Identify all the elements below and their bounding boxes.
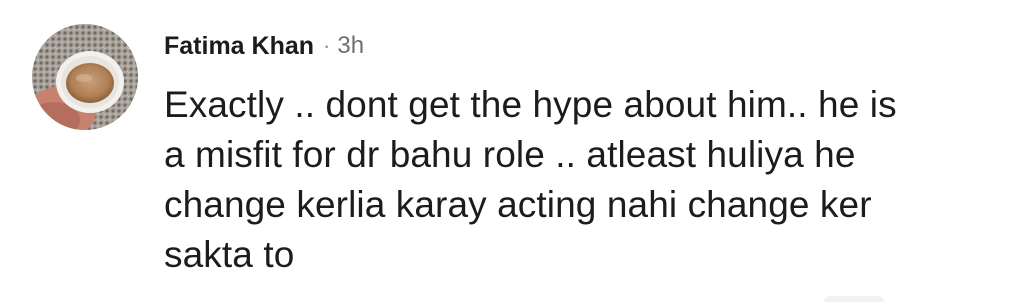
comment-line: a misfit for dr bahu role .. atleast hul… [164, 134, 856, 175]
comment-text: Exactly .. dont get the hype about him..… [164, 80, 1004, 280]
meta-separator: · [323, 33, 331, 58]
avatar-teacup-icon [32, 24, 138, 130]
next-element-edge [824, 296, 884, 302]
avatar[interactable] [32, 24, 138, 130]
comment-item: Fatima Khan · 3h Exactly .. dont get the… [0, 0, 1024, 302]
comment-line: change kerlia karay acting nahi change k… [164, 184, 872, 225]
comment-header: Fatima Khan · 3h [164, 28, 364, 64]
author-name[interactable]: Fatima Khan [164, 32, 314, 61]
comment-line: Exactly .. dont get the hype about him..… [164, 84, 897, 125]
comment-line: sakta to [164, 234, 295, 275]
timestamp[interactable]: 3h [337, 32, 364, 60]
